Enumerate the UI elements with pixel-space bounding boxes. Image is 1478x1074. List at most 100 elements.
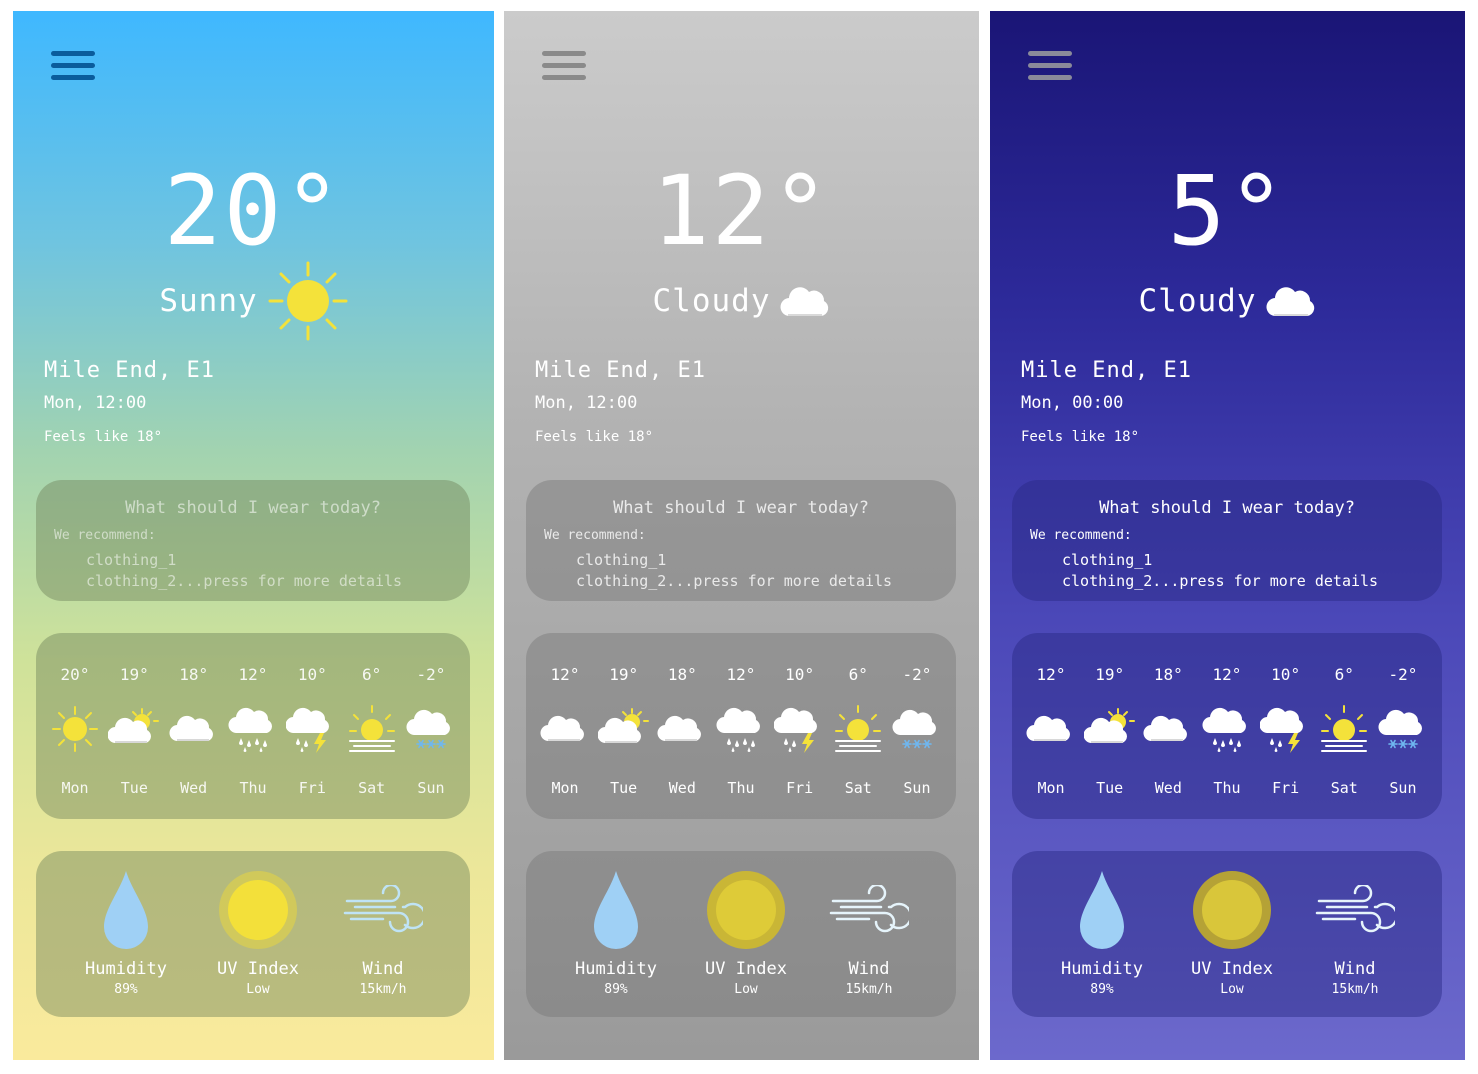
uv-sun-icon — [707, 871, 785, 949]
hazy-sun-icon — [1318, 703, 1370, 755]
forecast-day-fri[interactable]: 10° Fri — [771, 633, 829, 819]
humidity-stat: Humidity 89% — [61, 851, 191, 1017]
forecast-temp: 12° — [1212, 665, 1242, 684]
forecast-temp: 12° — [550, 665, 580, 684]
weather-stats-card: Humidity 89% UV Index Low Wind 15km/h — [526, 851, 956, 1017]
forecast-day-mon[interactable]: 20° Mon — [46, 633, 104, 819]
wear-title: What should I wear today? — [613, 498, 869, 518]
rain-icon — [1201, 703, 1253, 755]
location: Mile End, E1 — [44, 358, 215, 383]
menu-icon[interactable] — [542, 51, 586, 85]
weather-screen-cloudy-night: 5° Cloudy Mile End, E1 Mon, 00:00 Feels … — [990, 11, 1465, 1060]
forecast-day-label: Tue — [1096, 779, 1124, 797]
forecast-day-thu[interactable]: 12° Thu — [712, 633, 770, 819]
cloud-icon — [780, 284, 830, 318]
date-time: Mon, 00:00 — [1021, 393, 1124, 413]
forecast-day-fri[interactable]: 10° Fri — [1257, 633, 1315, 819]
forecast-day-thu[interactable]: 12° Thu — [1198, 633, 1256, 819]
hazy-sun-icon — [832, 703, 884, 755]
weekly-forecast-card: 12° Mon 19° Tue 18° Wed 12° Thu 10° Fri 6° Sat -2° Su… — [526, 633, 956, 819]
location: Mile End, E1 — [535, 358, 706, 383]
water-drop-icon — [1080, 871, 1124, 949]
forecast-temp: -2° — [1388, 665, 1418, 684]
forecast-day-mon[interactable]: 12° Mon — [536, 633, 594, 819]
wear-recommend-label: We recommend: — [1030, 528, 1132, 543]
clothing-item: clothing_1 — [576, 551, 667, 569]
forecast-day-sun[interactable]: -2° Sun — [402, 633, 460, 819]
clothing-recommendation-card[interactable]: What should I wear today? We recommend: … — [1012, 480, 1442, 601]
forecast-day-label: Wed — [668, 779, 696, 797]
forecast-day-label: Wed — [1154, 779, 1182, 797]
feels-like: Feels like 18° — [535, 429, 654, 445]
uv-index-label: UV Index — [217, 959, 299, 979]
forecast-day-sun[interactable]: -2° Sun — [888, 633, 946, 819]
forecast-temp: 10° — [785, 665, 815, 684]
wind-stat: Wind 15km/h — [318, 851, 448, 1017]
uv-sun-icon — [1193, 871, 1271, 949]
forecast-day-sat[interactable]: 6° Sat — [343, 633, 401, 819]
wear-title: What should I wear today? — [1099, 498, 1355, 518]
forecast-temp: 12° — [726, 665, 756, 684]
hazy-sun-icon — [346, 703, 398, 755]
forecast-day-sat[interactable]: 6° Sat — [1315, 633, 1373, 819]
forecast-day-tue[interactable]: 19° Tue — [1081, 633, 1139, 819]
weather-stats-card: Humidity 89% UV Index Low Wind 15km/h — [36, 851, 470, 1017]
wind-value: 15km/h — [845, 982, 893, 997]
humidity-stat: Humidity 89% — [551, 851, 681, 1017]
clothing-item: clothing_2...press for more details — [1062, 572, 1379, 590]
forecast-day-mon[interactable]: 12° Mon — [1022, 633, 1080, 819]
forecast-temp: 19° — [119, 665, 149, 684]
forecast-day-fri[interactable]: 10° Fri — [283, 633, 341, 819]
menu-icon[interactable] — [51, 51, 95, 85]
uv-index-label: UV Index — [705, 959, 787, 979]
clothing-recommendation-card[interactable]: What should I wear today? We recommend: … — [36, 480, 470, 601]
forecast-day-label: Thu — [239, 779, 267, 797]
forecast-temp: -2° — [416, 665, 446, 684]
uv-index-stat: UV Index Low — [1167, 851, 1297, 1017]
snow-icon — [405, 703, 457, 755]
cloud-icon — [656, 703, 708, 755]
water-drop-icon — [594, 871, 638, 949]
clothing-item: clothing_1 — [86, 551, 177, 569]
wind-stat: Wind 15km/h — [1290, 851, 1420, 1017]
current-condition: Cloudy — [990, 266, 1465, 336]
forecast-day-sat[interactable]: 6° Sat — [829, 633, 887, 819]
forecast-temp: -2° — [902, 665, 932, 684]
current-condition: Cloudy — [504, 266, 979, 336]
forecast-day-sun[interactable]: -2° Sun — [1374, 633, 1432, 819]
forecast-day-label: Sun — [417, 779, 445, 797]
uv-index-value: Low — [246, 982, 270, 997]
forecast-day-tue[interactable]: 19° Tue — [595, 633, 653, 819]
humidity-value: 89% — [604, 982, 628, 997]
cloud-icon — [1266, 284, 1316, 318]
forecast-temp: 6° — [848, 665, 868, 684]
forecast-day-tue[interactable]: 19° Tue — [105, 633, 163, 819]
storm-icon — [773, 703, 826, 755]
forecast-day-thu[interactable]: 12° Thu — [224, 633, 282, 819]
condition-label: Cloudy — [1138, 283, 1257, 319]
humidity-value: 89% — [1090, 982, 1114, 997]
forecast-day-wed[interactable]: 18° Wed — [653, 633, 711, 819]
current-temperature: 12° — [651, 155, 832, 267]
clothing-recommendation-card[interactable]: What should I wear today? We recommend: … — [526, 480, 956, 601]
uv-index-label: UV Index — [1191, 959, 1273, 979]
humidity-label: Humidity — [85, 959, 167, 979]
weather-screen-sunny: 20° Sunny Mile End, E1 Mon, 12:00 Feels … — [13, 11, 494, 1060]
current-condition: Sunny — [13, 261, 494, 341]
menu-icon[interactable] — [1028, 51, 1072, 85]
location: Mile End, E1 — [1021, 358, 1192, 383]
forecast-day-label: Mon — [1037, 779, 1065, 797]
cloud-icon — [1025, 703, 1077, 755]
forecast-day-label: Sun — [903, 779, 931, 797]
forecast-temp: 12° — [1036, 665, 1066, 684]
forecast-day-label: Tue — [120, 779, 148, 797]
forecast-day-wed[interactable]: 18° Wed — [1139, 633, 1197, 819]
current-temperature: 5° — [1167, 155, 1288, 267]
forecast-day-wed[interactable]: 18° Wed — [165, 633, 223, 819]
date-time: Mon, 12:00 — [535, 393, 638, 413]
weather-screen-cloudy-day: 12° Cloudy Mile End, E1 Mon, 12:00 Feels… — [504, 11, 979, 1060]
uv-index-stat: UV Index Low — [193, 851, 323, 1017]
storm-icon — [285, 703, 338, 755]
weekly-forecast-card: 12° Mon 19° Tue 18° Wed 12° Thu 10° Fri 6° Sat -2° Su… — [1012, 633, 1442, 819]
wear-title: What should I wear today? — [125, 498, 381, 518]
